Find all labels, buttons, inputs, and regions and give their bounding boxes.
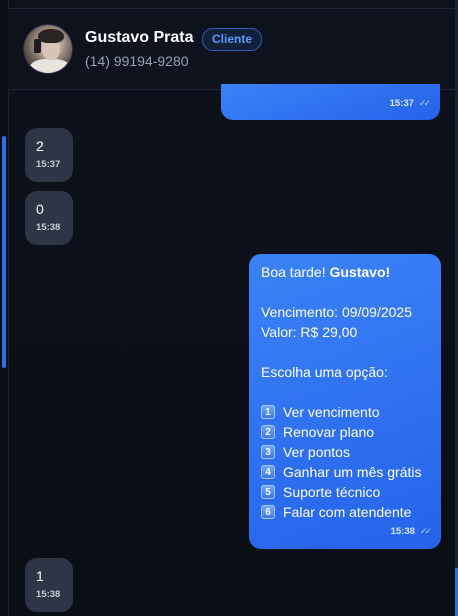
menu-option: 4 Ganhar um mês grátis bbox=[261, 462, 429, 482]
left-scroll-rail bbox=[0, 0, 9, 616]
double-check-icon: ✓✓ bbox=[419, 526, 432, 536]
menu-option: 3 Ver pontos bbox=[261, 442, 429, 462]
menu-option-label: Falar com atendente bbox=[283, 504, 412, 520]
keycap-number-icon: 3 bbox=[261, 445, 275, 459]
scrollbar-thumb[interactable] bbox=[2, 136, 6, 368]
message-time: 15:38 bbox=[36, 222, 61, 233]
keycap-number-icon: 4 bbox=[261, 465, 275, 479]
message-incoming[interactable]: 2 15:37 bbox=[25, 128, 73, 182]
keycap-number-icon: 2 bbox=[261, 425, 275, 439]
message-time: 15:38 bbox=[36, 589, 61, 600]
message-meta: 15:37 ✓✓ bbox=[233, 96, 431, 111]
chat-header: Gustavo Prata Cliente (14) 99194-9280 bbox=[8, 8, 455, 90]
menu-option-label: Ver vencimento bbox=[283, 404, 380, 420]
message-text: 2 bbox=[36, 138, 44, 154]
avatar-hair bbox=[38, 29, 64, 43]
menu-option: 5 Suporte técnico bbox=[261, 482, 429, 502]
message-time: 15:37 bbox=[389, 98, 414, 109]
message-incoming[interactable]: 1 15:38 bbox=[25, 558, 73, 612]
contact-type-badge: Cliente bbox=[202, 28, 263, 51]
message-time: 15:37 bbox=[36, 159, 61, 170]
due-date-line: Vencimento: 09/09/2025 bbox=[261, 304, 413, 320]
greeting-text: Boa tarde! bbox=[261, 264, 330, 280]
menu-option-label: Ganhar um mês grátis bbox=[283, 464, 422, 480]
avatar-shirt bbox=[30, 59, 70, 73]
double-check-icon: ✓✓ bbox=[418, 98, 431, 108]
prompt-line: Escolha uma opção: bbox=[261, 364, 388, 380]
menu-option: 2 Renovar plano bbox=[261, 422, 429, 442]
menu-option-label: Ver pontos bbox=[283, 444, 350, 460]
message-text: 1 bbox=[36, 568, 44, 584]
greeting-name: Gustavo! bbox=[329, 264, 391, 280]
message-outgoing[interactable]: 15:37 ✓✓ bbox=[221, 84, 440, 120]
keycap-number-icon: 5 bbox=[261, 485, 275, 499]
contact-name: Gustavo Prata bbox=[85, 29, 194, 46]
message-text: 0 bbox=[36, 201, 44, 217]
contact-phone: (14) 99194-9280 bbox=[85, 53, 189, 69]
keycap-number-icon: 1 bbox=[261, 405, 275, 419]
avatar-phone bbox=[34, 39, 41, 53]
message-meta: 15:38 ✓✓ bbox=[261, 524, 432, 539]
menu-option-label: Renovar plano bbox=[283, 424, 375, 440]
menu-option: 1 Ver vencimento bbox=[261, 402, 429, 422]
menu-option-label: Suporte técnico bbox=[283, 484, 381, 500]
message-incoming[interactable]: 0 15:38 bbox=[25, 191, 73, 245]
keycap-number-icon: 6 bbox=[261, 505, 275, 519]
menu-option: 6 Falar com atendente bbox=[261, 502, 429, 522]
value-line: Valor: R$ 29,00 bbox=[261, 324, 358, 340]
contact-avatar[interactable] bbox=[23, 24, 73, 74]
message-outgoing-menu[interactable]: Boa tarde! Gustavo! Vencimento: 09/09/20… bbox=[249, 254, 441, 549]
message-time: 15:38 bbox=[390, 526, 415, 537]
chat-window: Gustavo Prata Cliente (14) 99194-9280 15… bbox=[0, 0, 458, 616]
greeting-line: Boa tarde! Gustavo! bbox=[261, 262, 429, 282]
